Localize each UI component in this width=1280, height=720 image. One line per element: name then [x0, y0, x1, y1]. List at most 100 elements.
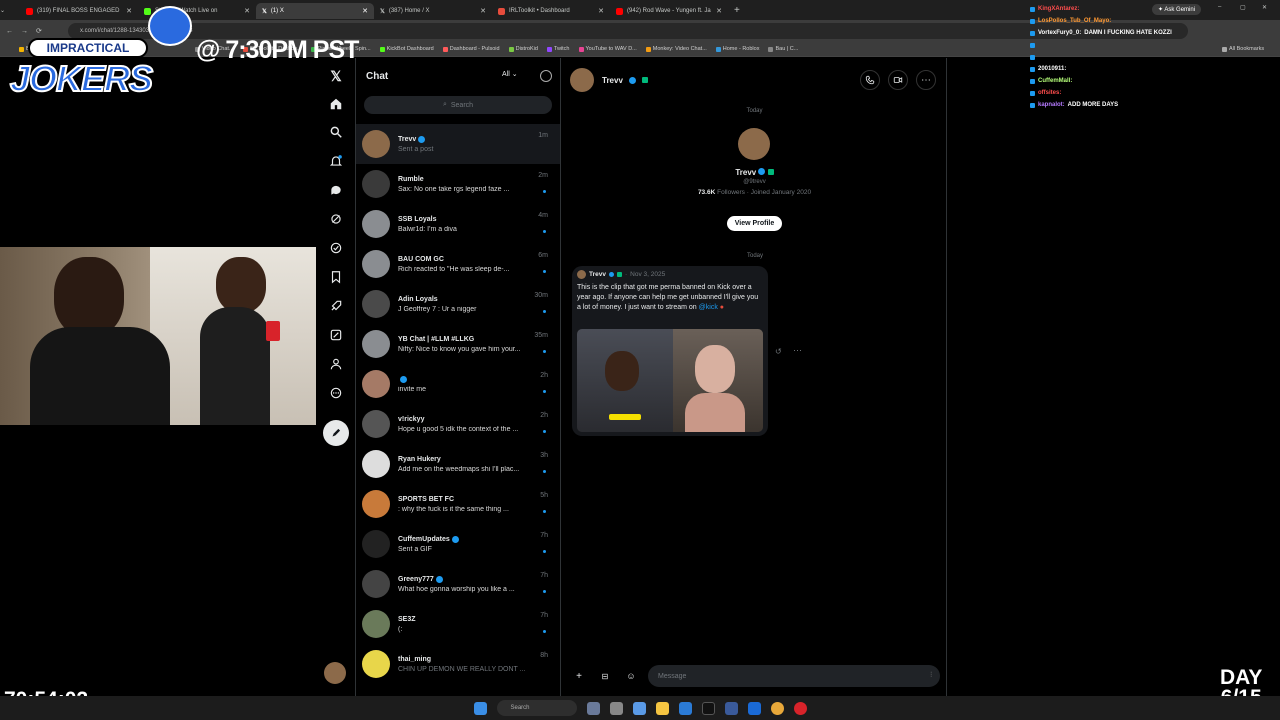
bookmark-item[interactable]: Twitch: [546, 46, 570, 52]
more-options-icon[interactable]: ⋯: [916, 70, 936, 90]
react-icon[interactable]: ↺: [775, 347, 782, 356]
bell-icon[interactable]: [326, 151, 346, 171]
conversation-item[interactable]: BAU COM GC Rich reacted to "He was sleep …: [356, 244, 560, 284]
conversation-item[interactable]: Adin Loyals J Geoffrey 7 : Ur a nigger 30m: [356, 284, 560, 324]
conversation-item[interactable]: v!rickyy Hope u good 5 idk the context of…: [356, 404, 560, 444]
chrome-icon[interactable]: [770, 701, 784, 715]
close-icon[interactable]: ✕: [598, 7, 604, 15]
voice-icon[interactable]: ⫶: [930, 672, 932, 680]
conversation-name: Rumble: [398, 175, 424, 183]
close-window-button[interactable]: ✕: [1262, 4, 1267, 11]
verified-icon: [418, 135, 426, 143]
post-video[interactable]: [577, 329, 763, 432]
bookmark-item[interactable]: YouTube to WAV D...: [578, 46, 637, 52]
edge-icon[interactable]: [678, 701, 692, 715]
conversation-item[interactable]: SE3Z (: 7h: [356, 604, 560, 644]
tab-title: (942) Rod Wave - Yungen ft. Ja: [627, 8, 711, 14]
video-call-icon[interactable]: [888, 70, 908, 90]
browser-tab[interactable]: (942) Rod Wave - Yungen ft. Ja ✕: [610, 3, 728, 19]
forward-icon[interactable]: →: [21, 28, 28, 35]
reload-icon[interactable]: ⟳: [36, 27, 42, 35]
conversation-item[interactable]: YB Chat | #LLM #LLKG Nifty: Nice to know …: [356, 324, 560, 364]
conversation-item[interactable]: CuffemUpdates Sent a GIF 7h: [356, 524, 560, 564]
filter-dropdown[interactable]: All ⌄: [502, 70, 518, 78]
browser-tab[interactable]: IRLToolkit • Dashboard ✕: [492, 3, 610, 19]
conversation-item[interactable]: invite me 2h: [356, 364, 560, 404]
compose-icon[interactable]: [323, 420, 349, 446]
maximize-button[interactable]: ▢: [1240, 4, 1246, 11]
shared-post-card[interactable]: Trevv · Nov 3, 2025 This is the clip tha…: [572, 266, 768, 436]
close-icon[interactable]: ✕: [126, 7, 132, 15]
x-logo-icon[interactable]: 𝕏: [326, 66, 346, 86]
app-icon[interactable]: [747, 701, 761, 715]
conversation-preview: invite me: [398, 385, 427, 393]
message-more-icon[interactable]: ⋯: [793, 345, 802, 356]
browser-tab[interactable]: 𝕏 (387) Home / X ✕: [374, 3, 492, 19]
bookmark-item[interactable]: Bau | C...: [768, 46, 798, 52]
close-icon[interactable]: ✕: [480, 7, 486, 15]
phone-icon[interactable]: [860, 70, 880, 90]
tab-title: IRLToolkit • Dashboard: [509, 8, 570, 14]
conversation-item[interactable]: Trevv Sent a post 1m: [356, 124, 560, 164]
bookmark-item[interactable]: Dashboard - Pulsoid: [442, 46, 500, 52]
conversation-item[interactable]: Rumble Sax: No one take rgs legend faze .…: [356, 164, 560, 204]
conversation-info: SPORTS BET FC: why the fuck is it the sa…: [398, 496, 554, 513]
conversation-item[interactable]: thai_ming CHIN UP DEMON WE REALLY DONT ..…: [356, 644, 560, 684]
conversation-item[interactable]: SSB Loyals Balwr1d: I'm a diva 4m: [356, 204, 560, 244]
conversation-time: 6m: [538, 252, 548, 259]
task-view-icon[interactable]: [609, 701, 623, 715]
refresh-icon[interactable]: [540, 70, 552, 82]
post-mention-link[interactable]: @kick: [699, 304, 718, 311]
x-app-icon[interactable]: [701, 701, 715, 715]
conversation-item[interactable]: Greeny777 What hoe gonna worship you like…: [356, 564, 560, 604]
person-icon[interactable]: [326, 354, 346, 374]
windows-start-icon[interactable]: [473, 701, 487, 715]
store-icon[interactable]: [724, 701, 738, 715]
conversation-item[interactable]: SPORTS BET FC: why the fuck is it the sa…: [356, 484, 560, 524]
view-profile-button[interactable]: View Profile: [726, 216, 783, 231]
unread-dot: [543, 310, 546, 313]
bookmark-icon[interactable]: [326, 267, 346, 287]
edit-icon[interactable]: [326, 325, 346, 345]
view-profile-wrap: View Profile: [562, 212, 947, 231]
grok-icon[interactable]: [326, 209, 346, 229]
back-icon[interactable]: ←: [6, 28, 13, 35]
badge-icon: [767, 169, 774, 175]
unread-dot: [543, 270, 546, 273]
account-avatar[interactable]: [324, 662, 346, 684]
copilot-icon[interactable]: [632, 701, 646, 715]
chat-message: [1030, 51, 1230, 63]
home-icon[interactable]: [326, 94, 346, 114]
bookmark-item[interactable]: DistroKid: [508, 46, 538, 52]
search-icon[interactable]: [326, 122, 346, 142]
widgets-icon[interactable]: [586, 701, 600, 715]
obs-icon[interactable]: [793, 701, 807, 715]
browser-tab-active[interactable]: 𝕏 (1) X ✕: [256, 3, 374, 19]
close-icon[interactable]: ✕: [244, 7, 250, 15]
emoji-icon[interactable]: ☺: [622, 667, 640, 685]
taskbar-search[interactable]: Search: [496, 700, 577, 716]
file-explorer-icon[interactable]: [655, 701, 669, 715]
post-date-sep: ·: [625, 271, 628, 278]
chat-search-input[interactable]: ⌕ Search: [364, 96, 552, 114]
bookmark-item[interactable]: Home - Roblox: [715, 46, 759, 52]
message-input[interactable]: Message ⫶: [648, 665, 940, 687]
close-icon[interactable]: ✕: [362, 7, 368, 15]
rocket-icon[interactable]: [326, 296, 346, 316]
new-tab-button[interactable]: +: [734, 5, 740, 16]
conversation-name: v!rickyy: [398, 415, 425, 423]
more-icon[interactable]: [326, 383, 346, 403]
conversation-item[interactable]: Ryan Hukery Add me on the weedmaps shi I'…: [356, 444, 560, 484]
add-icon[interactable]: +: [570, 667, 588, 685]
bookmark-item[interactable]: KickBot Dashboard: [379, 46, 434, 52]
bookmark-item[interactable]: Monkey: Video Chat...: [645, 46, 707, 52]
browser-tab[interactable]: (319) FINAL BOSS ENGAGED ✕: [20, 3, 138, 19]
conversation-name: SE3Z: [398, 615, 416, 623]
profile-avatar[interactable]: [738, 128, 770, 160]
avatar[interactable]: [570, 68, 594, 92]
gif-icon[interactable]: ⊟: [596, 667, 614, 685]
chat-icon[interactable]: [326, 180, 346, 200]
check-icon[interactable]: [326, 238, 346, 258]
tab-search-icon[interactable]: ⌄: [0, 7, 20, 14]
close-icon[interactable]: ✕: [716, 7, 722, 15]
